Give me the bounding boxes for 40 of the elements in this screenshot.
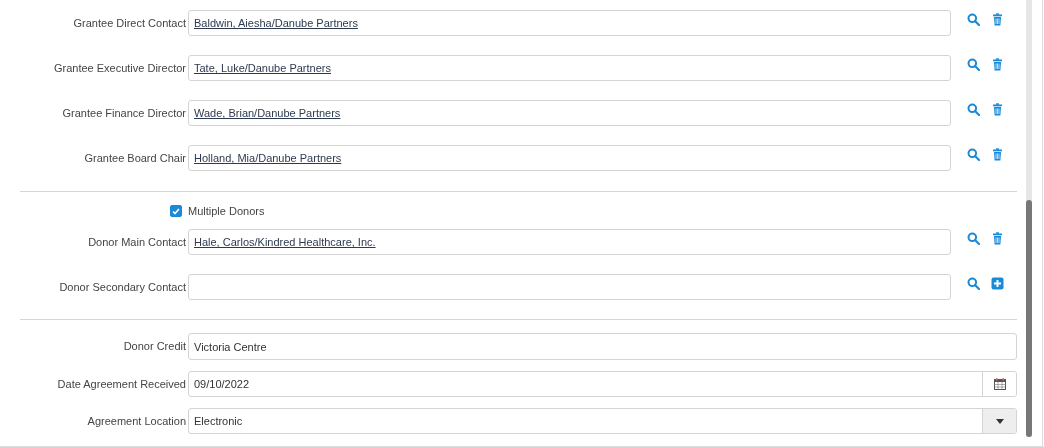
field-label: Grantee Board Chair — [83, 151, 187, 166]
field-label: Donor Credit — [122, 339, 187, 354]
contact-field[interactable]: Holland, Mia/Danube Partners — [188, 145, 951, 171]
calendar-icon[interactable] — [993, 378, 1006, 390]
text-field[interactable]: Victoria Centre — [188, 333, 1017, 360]
add-icon[interactable] — [991, 277, 1004, 290]
search-icon[interactable] — [967, 58, 980, 71]
contact-field[interactable]: Wade, Brian/Danube Partners — [188, 100, 951, 126]
field-label: Date Agreement Received — [56, 377, 187, 392]
field-label: Donor Secondary Contact — [58, 280, 187, 295]
field-label: Grantee Executive Director — [52, 61, 187, 76]
field-label: Grantee Finance Director — [61, 106, 187, 121]
contact-link[interactable]: Holland, Mia/Danube Partners — [194, 152, 342, 164]
contact-field[interactable]: Tate, Luke/Danube Partners — [188, 55, 951, 81]
dropdown-field[interactable]: Electronic — [188, 408, 1017, 434]
search-icon[interactable] — [967, 148, 980, 161]
dropdown-caret-icon[interactable] — [995, 418, 1004, 424]
contact-link[interactable]: Hale, Carlos/Kindred Healthcare, Inc. — [194, 236, 376, 248]
contact-field[interactable]: Hale, Carlos/Kindred Healthcare, Inc. — [188, 229, 951, 255]
search-icon[interactable] — [967, 103, 980, 116]
trash-icon[interactable] — [991, 148, 1004, 161]
scrollbar-thumb[interactable] — [1026, 200, 1032, 437]
trash-icon[interactable] — [991, 58, 1004, 71]
field-label: Grantee Direct Contact — [72, 16, 187, 31]
date-field[interactable]: 09/10/2022 — [188, 371, 1017, 397]
trash-icon[interactable] — [991, 103, 1004, 116]
checkbox-label: Multiple Donors — [188, 205, 265, 217]
contact-field[interactable]: Baldwin, Aiesha/Danube Partners — [188, 10, 951, 36]
field-label: Donor Main Contact — [87, 235, 187, 250]
contact-field[interactable] — [188, 274, 951, 300]
search-icon[interactable] — [967, 13, 980, 26]
contact-link[interactable]: Tate, Luke/Danube Partners — [194, 62, 331, 74]
contact-link[interactable]: Baldwin, Aiesha/Danube Partners — [194, 17, 358, 29]
search-icon[interactable] — [967, 277, 980, 290]
trash-icon[interactable] — [991, 13, 1004, 26]
field-label: Agreement Location — [86, 414, 187, 429]
multiple-donors-checkbox[interactable] — [170, 205, 182, 217]
contact-link[interactable]: Wade, Brian/Danube Partners — [194, 107, 341, 119]
search-icon[interactable] — [967, 232, 980, 245]
trash-icon[interactable] — [991, 232, 1004, 245]
